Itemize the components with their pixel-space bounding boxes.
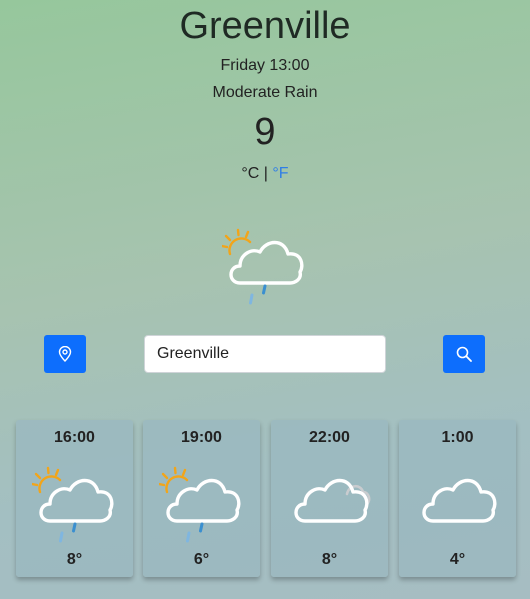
current-temperature: 9 xyxy=(254,111,276,153)
forecast-time: 1:00 xyxy=(441,429,474,446)
unit-fahrenheit[interactable]: °F xyxy=(272,165,288,182)
map-pin-icon xyxy=(58,346,72,362)
cloud-icon xyxy=(422,478,497,523)
clouds-icon xyxy=(294,478,371,523)
sun-cloud-rain-icon xyxy=(222,228,304,305)
forecast-card[interactable]: 22:00 8° xyxy=(271,420,388,577)
forecast-time: 16:00 xyxy=(54,429,95,446)
sun-cloud-rain-icon xyxy=(32,466,114,543)
current-datetime: Friday 13:00 xyxy=(220,57,310,74)
forecast-temperature: 8° xyxy=(66,551,83,568)
city-name: Greenville xyxy=(179,5,351,47)
forecast-card[interactable]: 1:00 4° xyxy=(399,420,516,577)
hourly-forecast: 16:00 8° 19:00 6° 22:00 8° 1:00 4° xyxy=(16,420,516,577)
unit-separator: | xyxy=(259,165,273,182)
forecast-temperature: 6° xyxy=(193,551,210,568)
sun-cloud-rain-icon xyxy=(159,466,241,543)
forecast-time: 22:00 xyxy=(309,429,350,446)
search-icon xyxy=(456,346,472,362)
forecast-temperature: 4° xyxy=(449,551,466,568)
unit-celsius[interactable]: °C xyxy=(241,165,259,182)
forecast-card[interactable]: 16:00 8° xyxy=(16,420,133,577)
forecast-card[interactable]: 19:00 6° xyxy=(143,420,260,577)
forecast-time: 19:00 xyxy=(181,429,222,446)
search-button[interactable] xyxy=(443,335,485,373)
location-button[interactable] xyxy=(44,335,86,373)
weather-condition: Moderate Rain xyxy=(212,84,318,101)
city-search-input[interactable] xyxy=(144,335,386,373)
forecast-temperature: 8° xyxy=(321,551,338,568)
unit-toggle: °C | °F xyxy=(0,164,530,184)
